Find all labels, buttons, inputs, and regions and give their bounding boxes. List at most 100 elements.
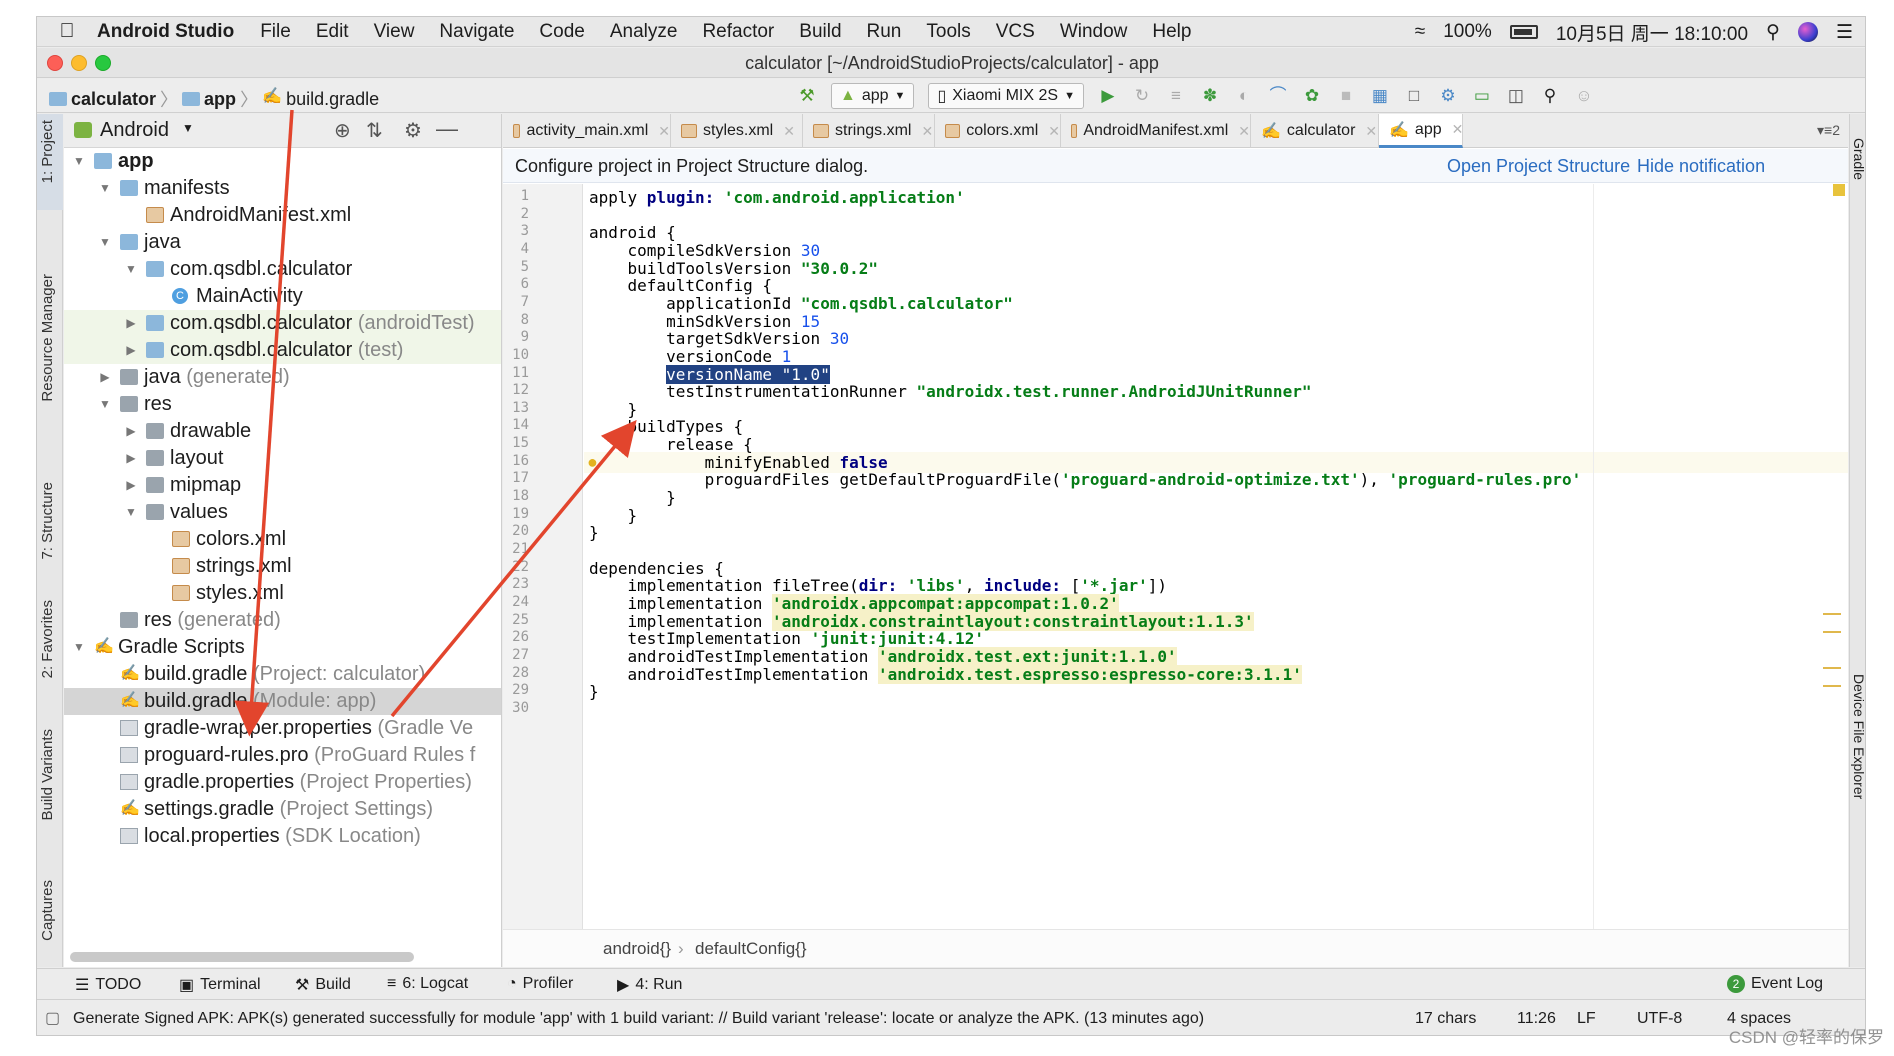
tree-node[interactable]: styles.xml <box>64 580 501 607</box>
menu-code[interactable]: Code <box>539 21 584 43</box>
chevron-down-icon[interactable]: ▼ <box>182 121 194 135</box>
editor-tab[interactable]: strings.xml ✕ <box>803 114 935 148</box>
horizontal-scrollbar[interactable] <box>70 952 414 962</box>
tree-node[interactable]: ▶ com.qsdbl.calculator (androidTest) <box>64 310 501 337</box>
account-icon[interactable]: ☺ <box>1574 86 1594 106</box>
clock[interactable]: 10月5日 周一 18:10:00 <box>1556 19 1748 46</box>
profile-icon[interactable]: ◐ <box>1234 86 1254 106</box>
battery-icon[interactable] <box>1509 25 1538 39</box>
expanded-arrow-icon[interactable]: ▼ <box>98 229 112 256</box>
run-icon[interactable]: ▶ <box>1098 86 1118 106</box>
tree-node[interactable]: ✍ build.gradle (Module: app) <box>64 688 501 715</box>
breadcrumb-android[interactable]: android{} <box>603 939 671 959</box>
tree-node[interactable]: colors.xml <box>64 526 501 553</box>
collapse-all-icon[interactable]: ⇅ <box>366 118 383 143</box>
tree-node[interactable]: ▼ ✍ Gradle Scripts <box>64 634 501 661</box>
menu-help[interactable]: Help <box>1152 21 1191 43</box>
menu-edit[interactable]: Edit <box>316 21 349 43</box>
tree-node[interactable]: gradle-wrapper.properties (Gradle Ve <box>64 715 501 742</box>
tree-node[interactable]: ▼ app <box>64 148 501 175</box>
file-encoding[interactable]: UTF-8 <box>1637 1010 1682 1028</box>
editor-tab[interactable]: styles.xml ✕ <box>671 114 803 148</box>
menu-window[interactable]: Window <box>1060 21 1128 43</box>
run-configuration-dropdown[interactable]: ▲ app ▼ <box>831 83 915 109</box>
tree-node[interactable]: strings.xml <box>64 553 501 580</box>
tree-node[interactable]: ▼ java <box>64 229 501 256</box>
spotlight-search-icon[interactable]: ⚲ <box>1766 21 1780 44</box>
tree-node[interactable]: ✍ settings.gradle (Project Settings) <box>64 796 501 823</box>
tree-node[interactable]: ▶ drawable <box>64 418 501 445</box>
hide-notification-link[interactable]: Hide notification <box>1637 156 1765 177</box>
tab-overflow-menu[interactable]: ▾≡2 <box>1817 122 1840 139</box>
device-file-explorer-tool-tab[interactable]: Device File Explorer <box>1851 674 1865 799</box>
event-log-button[interactable]: 2 Event Log <box>1727 975 1823 993</box>
wifi-icon[interactable]: ≈ <box>1415 21 1425 43</box>
tree-node[interactable]: ▶ layout <box>64 445 501 472</box>
locate-file-icon[interactable]: ⊕ <box>334 118 351 143</box>
collapsed-arrow-icon[interactable]: ▶ <box>124 337 138 364</box>
tree-node[interactable]: gradle.properties (Project Properties) <box>64 769 501 796</box>
build-variants-tool-tab[interactable]: Build Variants <box>39 729 56 820</box>
warning-stripe-marker[interactable] <box>1823 667 1841 669</box>
warning-stripe-marker[interactable] <box>1823 685 1841 687</box>
close-tab-icon[interactable]: ✕ <box>1238 123 1250 140</box>
bottom-tool-button[interactable]: ◔ Profiler <box>507 975 573 993</box>
sync-gradle-icon[interactable]: ▦ <box>1370 86 1390 106</box>
bottom-tool-button[interactable]: ☰ TODO <box>75 975 141 995</box>
editor-tab[interactable]: ✍ app ✕ <box>1379 114 1463 148</box>
collapsed-arrow-icon[interactable]: ▶ <box>124 472 138 499</box>
tree-node[interactable]: AndroidManifest.xml <box>64 202 501 229</box>
collapsed-arrow-icon[interactable]: ▶ <box>124 418 138 445</box>
tool-windows-toggle-icon[interactable]: ▢ <box>45 1008 60 1028</box>
menu-run[interactable]: Run <box>867 21 902 43</box>
menu-navigate[interactable]: Navigate <box>439 21 514 43</box>
menu-file[interactable]: File <box>260 21 291 43</box>
crumb-module[interactable]: app <box>204 89 236 110</box>
lightbulb-intention-icon[interactable]: ● <box>587 452 598 473</box>
gear-icon[interactable]: ⚙ <box>404 118 422 143</box>
line-separator[interactable]: LF <box>1577 1010 1596 1028</box>
notification-center-icon[interactable]: ☰ <box>1836 21 1853 44</box>
attach-debugger-icon[interactable]: ⌒ <box>1268 86 1288 106</box>
menu-tools[interactable]: Tools <box>926 21 970 43</box>
editor-tab[interactable]: colors.xml ✕ <box>935 114 1061 148</box>
tree-node[interactable]: res (generated) <box>64 607 501 634</box>
close-tab-icon[interactable]: ✕ <box>1365 123 1377 140</box>
bottom-tool-button[interactable]: ▣ Terminal <box>179 975 261 995</box>
editor-tab[interactable]: AndroidManifest.xml ✕ <box>1061 114 1251 148</box>
resource-manager-tool-tab[interactable]: Resource Manager <box>39 274 56 402</box>
bottom-tool-button[interactable]: ▶ 4: Run <box>617 975 682 995</box>
tree-node[interactable]: ▼ com.qsdbl.calculator <box>64 256 501 283</box>
status-message[interactable]: Generate Signed APK: APK(s) generated su… <box>73 1010 1204 1028</box>
tree-node[interactable]: ▶ mipmap <box>64 472 501 499</box>
menu-vcs[interactable]: VCS <box>996 21 1035 43</box>
stop-icon[interactable]: ■ <box>1336 86 1356 106</box>
apply-code-changes-icon[interactable]: ≡ <box>1166 86 1186 106</box>
tree-node[interactable]: C MainActivity <box>64 283 501 310</box>
tree-node[interactable]: proguard-rules.pro (ProGuard Rules f <box>64 742 501 769</box>
expanded-arrow-icon[interactable]: ▼ <box>124 256 138 283</box>
expanded-arrow-icon[interactable]: ▼ <box>72 148 86 175</box>
search-everywhere-icon[interactable]: ⚲ <box>1540 86 1560 106</box>
close-tab-icon[interactable]: ✕ <box>658 123 670 140</box>
editor-tab[interactable]: ✍ calculator ✕ <box>1251 114 1379 148</box>
run-with-coverage-icon[interactable]: ✿ <box>1302 86 1322 106</box>
collapsed-arrow-icon[interactable]: ▶ <box>124 445 138 472</box>
tree-node[interactable]: ▼ manifests <box>64 175 501 202</box>
debug-icon[interactable]: ✽ <box>1200 86 1220 106</box>
menu-analyze[interactable]: Analyze <box>610 21 678 43</box>
view-mode-dropdown[interactable]: Android <box>100 119 169 142</box>
close-tab-icon[interactable]: ✕ <box>1452 121 1464 138</box>
open-project-structure-link[interactable]: Open Project Structure <box>1447 156 1630 177</box>
siri-icon[interactable] <box>1797 22 1818 42</box>
expanded-arrow-icon[interactable]: ▼ <box>98 391 112 418</box>
apple-icon[interactable]:  <box>37 20 97 43</box>
analysis-status-marker[interactable] <box>1833 184 1845 196</box>
tree-node[interactable]: ▶ com.qsdbl.calculator (test) <box>64 337 501 364</box>
menu-refactor[interactable]: Refactor <box>702 21 774 43</box>
captures-tool-tab[interactable]: Captures <box>39 880 56 941</box>
editor-tab[interactable]: activity_main.xml ✕ <box>503 114 671 148</box>
hide-panel-icon[interactable]: — <box>436 116 458 142</box>
tree-node[interactable]: ▶ java (generated) <box>64 364 501 391</box>
close-tab-icon[interactable]: ✕ <box>921 123 933 140</box>
